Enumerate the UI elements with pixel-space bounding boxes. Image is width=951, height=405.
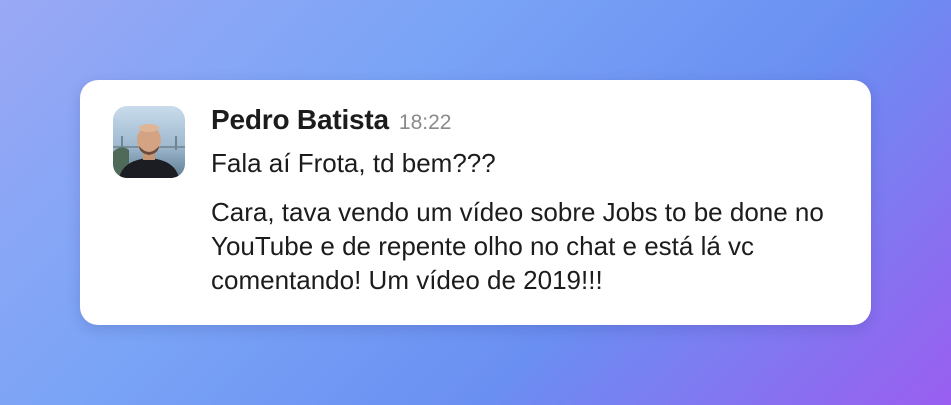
author-name[interactable]: Pedro Batista bbox=[211, 104, 389, 136]
avatar-photo-icon bbox=[113, 106, 185, 178]
message-content: Pedro Batista 18:22 Fala aí Frota, td be… bbox=[211, 104, 851, 297]
message-card: Pedro Batista 18:22 Fala aí Frota, td be… bbox=[80, 80, 871, 325]
message-text: Fala aí Frota, td bem??? bbox=[211, 148, 496, 178]
user-avatar[interactable] bbox=[113, 106, 185, 178]
message-header: Pedro Batista 18:22 bbox=[211, 104, 851, 142]
message-text: Cara, tava vendo um vídeo sobre Jobs to … bbox=[211, 197, 824, 295]
message-timestamp[interactable]: 18:22 bbox=[399, 111, 452, 135]
